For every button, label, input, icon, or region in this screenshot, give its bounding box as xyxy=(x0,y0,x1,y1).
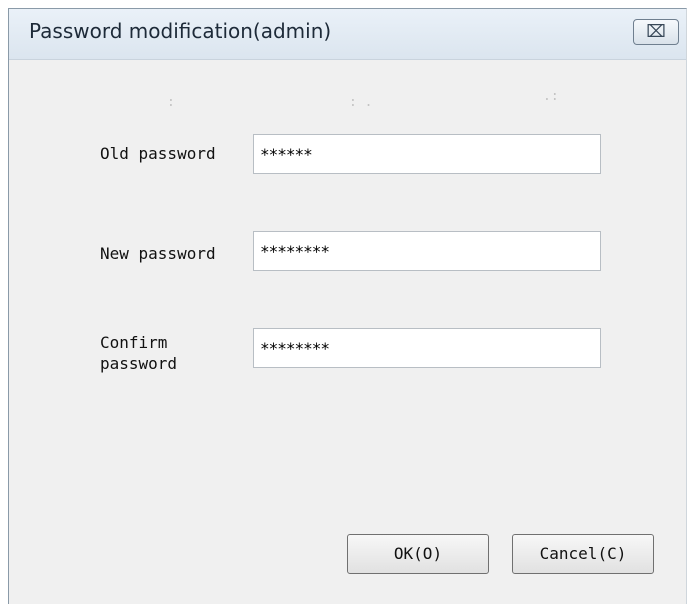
dialog-content: : : . .: Old password New password Confi… xyxy=(9,60,686,604)
old-password-label: Old password xyxy=(100,144,216,163)
old-password-field[interactable] xyxy=(253,134,601,174)
new-password-label: New password xyxy=(100,244,216,263)
ok-button[interactable]: OK(O) xyxy=(347,534,489,574)
password-modification-dialog: Password modification(admin) ⌧ : : . .: … xyxy=(8,8,687,604)
decorative-dot: : . xyxy=(349,95,373,110)
title-bar: Password modification(admin) ⌧ xyxy=(9,9,686,60)
close-icon: ⌧ xyxy=(646,22,666,42)
decorative-dot: : xyxy=(167,95,175,110)
cancel-button[interactable]: Cancel(C) xyxy=(512,534,654,574)
decorative-dot: .: xyxy=(543,89,559,104)
new-password-field[interactable] xyxy=(253,231,601,271)
window-title: Password modification(admin) xyxy=(29,19,332,43)
confirm-password-field[interactable] xyxy=(253,328,601,368)
confirm-password-label: Confirm password xyxy=(100,333,178,373)
close-button[interactable]: ⌧ xyxy=(633,19,679,45)
